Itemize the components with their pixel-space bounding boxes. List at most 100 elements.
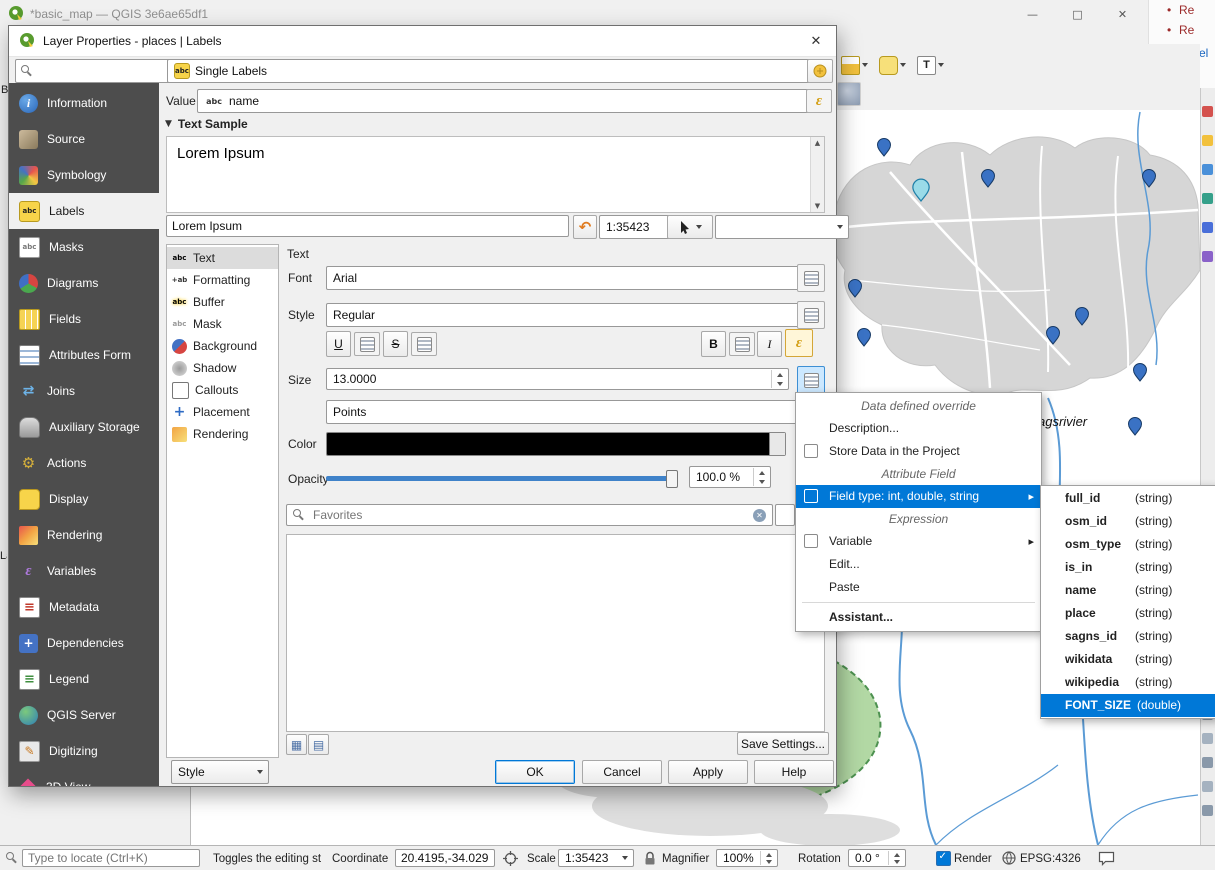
sidebar-item-3d-view[interactable]: 3D View	[9, 769, 159, 786]
sidebar-item-information[interactable]: Information	[9, 85, 159, 121]
sample-text-input[interactable]	[166, 215, 569, 237]
strikeout-data-defined-button[interactable]	[411, 332, 437, 356]
panel-tab-icon[interactable]	[1202, 135, 1213, 146]
text-annotation-button[interactable]: T	[913, 52, 954, 78]
map-marker[interactable]	[1129, 418, 1142, 436]
field-item-full-id[interactable]: full_id(string)	[1041, 487, 1215, 510]
maximize-button[interactable]: □	[1055, 0, 1100, 28]
preview-scrollbar[interactable]: ▲ ▼	[810, 137, 824, 212]
tab-placement[interactable]: Placement	[167, 401, 278, 423]
color-dropdown-arrow[interactable]	[769, 433, 785, 455]
map-tips-button[interactable]	[875, 52, 916, 78]
italic-data-defined-button-active[interactable]: ε	[785, 329, 813, 357]
dialog-close-button[interactable]: ✕	[804, 30, 828, 52]
tab-mask[interactable]: Mask	[167, 313, 278, 335]
spinner-buttons[interactable]	[771, 370, 787, 388]
lock-scale-icon[interactable]	[644, 851, 656, 869]
menu-item-paste[interactable]: Paste	[796, 576, 1041, 599]
render-checkbox[interactable]	[936, 851, 951, 866]
sidebar-item-auxiliary-storage[interactable]: Auxiliary Storage	[9, 409, 159, 445]
help-button[interactable]: Help	[754, 760, 834, 784]
panel-tab-icon[interactable]	[1202, 757, 1213, 768]
extent-icon[interactable]	[503, 851, 518, 869]
sidebar-item-dependencies[interactable]: Dependencies	[9, 625, 159, 661]
tab-callouts[interactable]: Callouts	[167, 379, 278, 401]
value-expression-button[interactable]: ε	[806, 89, 832, 113]
sidebar-item-actions[interactable]: Actions	[9, 445, 159, 481]
sidebar-item-symbology[interactable]: Symbology	[9, 157, 159, 193]
font-data-defined-button[interactable]	[797, 264, 825, 292]
underline-button[interactable]: U	[326, 331, 351, 357]
scale-select[interactable]: 1:35423	[558, 849, 634, 867]
list-view-button[interactable]: ▤	[308, 734, 329, 755]
bold-button[interactable]: B	[701, 331, 726, 357]
map-marker[interactable]	[858, 329, 871, 347]
font-style-select[interactable]: Regular	[326, 303, 815, 327]
tab-text[interactable]: Text	[167, 247, 278, 269]
field-item-place[interactable]: place(string)	[1041, 602, 1215, 625]
save-settings-button[interactable]: Save Settings...	[737, 732, 829, 755]
map-marker[interactable]	[878, 139, 891, 157]
panel-tab-icon[interactable]	[1202, 251, 1213, 262]
menu-item-store-data-in-the-project[interactable]: Store Data in the Project	[796, 440, 1041, 463]
tab-formatting[interactable]: Formatting	[167, 269, 278, 291]
menu-item-edit[interactable]: Edit...	[796, 553, 1041, 576]
properties-search-input[interactable]	[15, 59, 173, 83]
panel-tab-icon[interactable]	[1202, 781, 1213, 792]
sidebar-item-labels[interactable]: Labels	[9, 193, 159, 229]
map-settings-button[interactable]	[667, 215, 713, 239]
style-menu-button[interactable]: Style	[171, 760, 269, 784]
toolbar-button[interactable]	[837, 82, 861, 106]
cancel-button[interactable]: Cancel	[582, 760, 662, 784]
menu-item-variable[interactable]: Variable▸	[796, 530, 1041, 553]
favorites-dropdown-button[interactable]	[775, 504, 795, 526]
sidebar-item-digitizing[interactable]: Digitizing	[9, 733, 159, 769]
size-data-defined-button-pressed[interactable]	[797, 366, 825, 394]
panel-tab-icon[interactable]	[1202, 106, 1213, 117]
sidebar-item-diagrams[interactable]: Diagrams	[9, 265, 159, 301]
panel-tab-icon[interactable]	[1202, 733, 1213, 744]
locate-input[interactable]	[22, 849, 200, 867]
opacity-spinner[interactable]: 100.0 %	[689, 466, 771, 488]
value-field-select[interactable]: name	[197, 89, 824, 113]
icon-view-button[interactable]: ▦	[286, 734, 307, 755]
field-item-wikipedia[interactable]: wikipedia(string)	[1041, 671, 1215, 694]
tab-rendering[interactable]: Rendering	[167, 423, 278, 445]
favorites-search[interactable]: ✕	[286, 504, 773, 526]
text-sample-header[interactable]: ▼ Text Sample	[165, 117, 248, 131]
sidebar-item-joins[interactable]: Joins	[9, 373, 159, 409]
field-item-name[interactable]: name(string)	[1041, 579, 1215, 602]
reset-sample-button[interactable]: ↶	[573, 215, 597, 239]
label-mode-select[interactable]: Single Labels	[167, 59, 827, 83]
sidebar-item-display[interactable]: Display	[9, 481, 159, 517]
spinner-buttons[interactable]	[753, 468, 769, 486]
menu-item-assistant[interactable]: Assistant...	[796, 606, 1041, 629]
ok-button[interactable]: OK	[495, 760, 575, 784]
clear-icon[interactable]: ✕	[753, 509, 766, 522]
map-marker[interactable]	[1134, 364, 1147, 382]
panel-tab-icon[interactable]	[1202, 193, 1213, 204]
panel-tab-icon[interactable]	[1202, 164, 1213, 175]
font-size-spinner[interactable]: 13.0000	[326, 368, 789, 390]
size-unit-select[interactable]: Points	[326, 400, 815, 424]
panel-tab-icon[interactable]	[1202, 805, 1213, 816]
panel-tab-icon[interactable]	[1202, 222, 1213, 233]
minimize-button[interactable]: —	[1010, 0, 1055, 28]
messages-icon[interactable]	[1098, 851, 1115, 869]
field-item-osm-type[interactable]: osm_type(string)	[1041, 533, 1215, 556]
field-item-wikidata[interactable]: wikidata(string)	[1041, 648, 1215, 671]
sidebar-item-fields[interactable]: Fields	[9, 301, 159, 337]
field-item-sagns-id[interactable]: sagns_id(string)	[1041, 625, 1215, 648]
field-item-osm-id[interactable]: osm_id(string)	[1041, 510, 1215, 533]
sidebar-item-source[interactable]: Source	[9, 121, 159, 157]
coordinate-input[interactable]	[395, 849, 495, 867]
menu-item-field-type-int-double-string[interactable]: Field type: int, double, string▸	[796, 485, 1041, 508]
tab-buffer[interactable]: Buffer	[167, 291, 278, 313]
underline-data-defined-button[interactable]	[354, 332, 380, 356]
apply-button[interactable]: Apply	[668, 760, 748, 784]
field-item-is-in[interactable]: is_in(string)	[1041, 556, 1215, 579]
slider-handle[interactable]	[666, 470, 678, 488]
sidebar-item-qgis-server[interactable]: QGIS Server	[9, 697, 159, 733]
menu-item-description[interactable]: Description...	[796, 417, 1041, 440]
news-item[interactable]: Re	[1149, 0, 1215, 20]
